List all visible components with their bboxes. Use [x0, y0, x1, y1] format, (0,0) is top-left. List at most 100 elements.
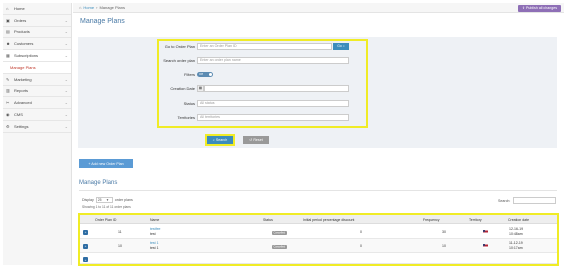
sidebar-item-label: Settings	[14, 123, 29, 129]
col-frequency[interactable]: Frequency	[423, 218, 440, 222]
us-flag-icon	[483, 244, 488, 249]
search-row: Search order plan Enter an order plan na…	[160, 56, 360, 64]
chevron-down-icon: ⌄	[64, 29, 68, 35]
sidebar-item-customers[interactable]: ☻ Customers ⌄	[3, 38, 71, 51]
cell-name-link[interactable]: testfee	[150, 227, 161, 231]
creation-date-input[interactable]	[204, 84, 349, 92]
publish-label: Publish all changes	[526, 6, 557, 10]
add-order-plan-button[interactable]: + Add new Order Plan	[79, 159, 133, 168]
breadcrumb: ⌂ Home › Manage Plans ⇪ Publish all chang…	[73, 3, 564, 13]
sidebar-item-label: Orders	[14, 17, 27, 23]
box-icon: ▤	[6, 29, 10, 35]
sidebar-item-label: Manage Plans	[10, 64, 36, 70]
cell-name-sub: test 1	[150, 246, 159, 250]
plus-icon[interactable]: +	[83, 229, 88, 235]
sidebar-item-label: Reports	[14, 88, 29, 94]
search-button-label: Search	[215, 138, 228, 142]
reset-button-label: Reset	[253, 138, 263, 142]
chevron-down-icon: ⌄	[64, 100, 68, 106]
calendar-icon[interactable]: ▦	[197, 84, 204, 92]
cell-time: 10:48am	[509, 232, 523, 236]
breadcrumb-separator: ›	[96, 5, 98, 10]
section-title: Manage Plans	[79, 180, 118, 186]
cell-discount: 0	[360, 244, 362, 248]
filters-toggle[interactable]: Off	[197, 71, 213, 77]
table-row: + 10 test 1 test 1 Cancelled 0 10 11-12-…	[80, 239, 557, 253]
breadcrumb-home[interactable]: Home	[83, 5, 94, 10]
display-suffix: order plans	[114, 198, 133, 202]
toggle-label: Off	[199, 72, 203, 76]
search-label: Search order plan	[163, 57, 195, 63]
page-title: Manage Plans	[80, 18, 125, 25]
col-status[interactable]: Status	[263, 218, 273, 222]
status-badge-label: Cancelled	[272, 244, 287, 249]
sidebar-item-label: Advanced	[14, 100, 32, 106]
reset-button[interactable]: ↺ Reset	[243, 136, 269, 144]
sidebar-item-home[interactable]: ⌂ Home	[3, 3, 71, 15]
plus-icon[interactable]: +	[83, 257, 88, 262]
display-select[interactable]: 25 ▾	[95, 197, 113, 203]
status-badge-label: Cancelled	[272, 230, 287, 235]
sidebar: ⌂ Home ▣ Orders ⌄ ▤ Products ⌄ ☻ Customers ⌄ ▦ S…	[3, 3, 72, 265]
display-control: Display 25 ▾ order plans	[82, 197, 133, 203]
sidebar-item-label: Products	[14, 29, 30, 35]
sidebar-item-label: Customers	[14, 41, 34, 47]
status-badge: Cancelled	[272, 244, 287, 249]
territories-select[interactable]: All territories	[197, 113, 349, 121]
table-row: + 11 testfee test Cancelled 0 30 12-16-1…	[80, 225, 557, 239]
sidebar-item-products[interactable]: ▤ Products ⌄	[3, 27, 71, 39]
status-row: Status All status	[160, 99, 360, 107]
sidebar-item-manage-plans[interactable]: Manage Plans	[3, 61, 71, 74]
upload-icon: ⇪	[522, 6, 526, 10]
territories-label: Territories	[177, 114, 195, 120]
home-icon: ⌂	[6, 5, 9, 11]
chevron-down-icon: ⌄	[64, 53, 68, 59]
sidebar-item-advanced[interactable]: ✂ Advanced ⌄	[3, 97, 71, 110]
status-label: Status	[183, 100, 195, 106]
goto-label: Go to Order Plan	[164, 43, 195, 49]
chevron-down-icon: ⌄	[64, 17, 68, 23]
col-creation-date[interactable]: Creation date	[508, 218, 529, 222]
sidebar-item-reports[interactable]: ▥ Reports ⌄	[3, 86, 71, 98]
showing-text: Showing 1 to 11 of 11 order plans	[82, 205, 131, 209]
search-input[interactable]: Enter an order plan name	[197, 56, 349, 64]
chevron-down-icon: ⌄	[64, 88, 68, 94]
cell-frequency: 30	[442, 230, 446, 234]
table-header: Order Plan ID Name Status Initial period…	[80, 215, 557, 224]
display-label: Display	[82, 198, 94, 202]
chevron-down-icon: ⌄	[64, 41, 68, 47]
cell-name-link[interactable]: test 1	[150, 241, 159, 245]
col-name[interactable]: Name	[150, 218, 159, 222]
tag-icon: ✎	[6, 76, 10, 82]
section-divider	[79, 190, 557, 191]
sidebar-item-subscriptions[interactable]: ▦ Subscriptions ⌄	[3, 50, 71, 62]
cell-time: 10:17am	[509, 246, 523, 250]
publish-button[interactable]: ⇪ Publish all changes	[518, 4, 561, 12]
status-select[interactable]: All status	[197, 99, 349, 107]
go-label: Go	[337, 44, 342, 48]
plus-icon[interactable]: +	[83, 243, 88, 249]
cell-frequency: 10	[442, 244, 446, 248]
col-territory[interactable]: Territory	[469, 218, 482, 222]
breadcrumb-current: Manage Plans	[99, 5, 126, 10]
home-icon[interactable]: ⌂	[79, 5, 81, 10]
creation-date-row: Creation Date ▦	[160, 84, 360, 92]
goto-row: Go to Order Plan Enter an Order Plan ID …	[160, 42, 360, 50]
sidebar-item-settings[interactable]: ⚙ Settings ⌄	[3, 121, 71, 133]
chevron-down-icon: ⌄	[64, 76, 68, 82]
sidebar-item-label: Home	[14, 5, 25, 11]
table-search-input[interactable]	[513, 197, 556, 204]
go-button[interactable]: Go ⌕	[333, 42, 349, 50]
col-order-plan-id[interactable]: Order Plan ID	[95, 218, 116, 222]
chart-icon: ▥	[6, 88, 10, 94]
sidebar-item-marketing[interactable]: ✎ Marketing ⌄	[3, 74, 71, 86]
cell-id: 10	[118, 244, 122, 248]
search-button[interactable]: ⌕ Search	[207, 136, 233, 144]
col-discount[interactable]: Initial period percentage discount	[303, 218, 354, 222]
sidebar-item-orders[interactable]: ▣ Orders ⌄	[3, 15, 71, 27]
chevron-down-icon: ⌄	[64, 112, 68, 118]
cell-discount: 0	[360, 230, 362, 234]
sidebar-item-cms[interactable]: ◉ CMS ⌄	[3, 109, 71, 121]
goto-input[interactable]: Enter an Order Plan ID	[197, 42, 332, 50]
filters-row: Filters Off	[160, 70, 360, 78]
